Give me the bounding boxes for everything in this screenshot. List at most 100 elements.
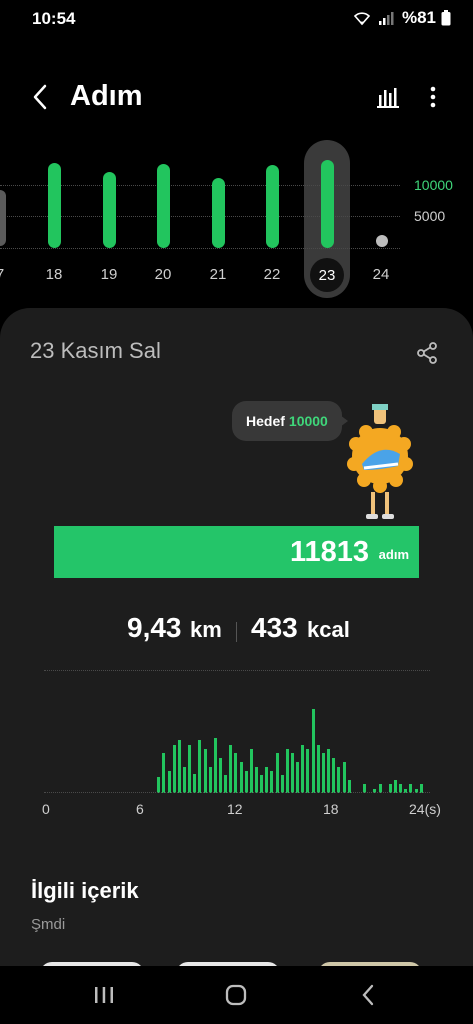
distance-value: 9,43 bbox=[127, 612, 182, 643]
page-title: Adım bbox=[70, 80, 143, 112]
hourly-baseline bbox=[44, 792, 430, 793]
status-icons: %81 bbox=[352, 8, 451, 28]
week-bar-day-18[interactable] bbox=[48, 163, 61, 248]
status-bar: 10:54 %81 bbox=[0, 0, 473, 36]
hourly-bar bbox=[240, 762, 243, 793]
hourly-bar bbox=[198, 740, 201, 793]
calories-value: 433 bbox=[251, 612, 298, 643]
hourly-bar bbox=[204, 749, 207, 793]
daily-detail-card: 23 Kasım Sal Hedef 10000 11813 adım 9,43… bbox=[0, 308, 473, 1024]
hourly-bar bbox=[214, 738, 217, 793]
hourly-x-label-18: 18 bbox=[323, 801, 339, 817]
wifi-icon bbox=[353, 12, 371, 26]
home-icon bbox=[225, 984, 247, 1006]
hourly-bar bbox=[286, 749, 289, 793]
hourly-x-label-12: 12 bbox=[227, 801, 243, 817]
hourly-bar bbox=[157, 777, 160, 793]
week-bar-day-19[interactable] bbox=[103, 172, 116, 248]
recent-apps-button[interactable] bbox=[84, 980, 124, 1010]
hourly-bar bbox=[188, 745, 191, 793]
hourly-bar bbox=[291, 753, 294, 793]
status-time: 10:54 bbox=[32, 9, 76, 28]
selected-date: 23 Kasım Sal bbox=[30, 338, 161, 363]
hourly-bar bbox=[183, 767, 186, 793]
related-content-title: İlgili içerik bbox=[31, 878, 139, 903]
steps-progress-bar: 11813 adım bbox=[54, 526, 419, 578]
app-header: Adım bbox=[0, 70, 473, 124]
hourly-bar bbox=[162, 753, 165, 793]
hourly-bar bbox=[343, 762, 346, 793]
hourly-bar bbox=[168, 771, 171, 793]
hourly-bar bbox=[209, 767, 212, 793]
day-label-23-selected[interactable]: 23 bbox=[310, 258, 344, 292]
share-button[interactable] bbox=[412, 338, 442, 368]
day-label-21[interactable]: 21 bbox=[198, 266, 238, 283]
home-button[interactable] bbox=[216, 980, 256, 1010]
hourly-bar bbox=[327, 749, 330, 793]
week-bar-day-23[interactable] bbox=[321, 160, 334, 248]
metric-divider bbox=[236, 622, 237, 642]
week-bar-day-21[interactable] bbox=[212, 178, 225, 248]
hourly-bar bbox=[301, 745, 304, 793]
battery-icon bbox=[441, 10, 451, 26]
week-bar-day-20[interactable] bbox=[157, 164, 170, 248]
signal-icon bbox=[378, 12, 394, 25]
hourly-bar bbox=[337, 767, 340, 793]
week-bar-day-22[interactable] bbox=[266, 165, 279, 248]
hourly-bar bbox=[178, 740, 181, 793]
day-label-24[interactable]: 24 bbox=[361, 266, 401, 283]
recent-apps-icon bbox=[95, 987, 113, 1003]
goal-value: 10000 bbox=[288, 413, 328, 429]
mascot-illustration bbox=[347, 404, 413, 519]
hourly-steps-chart bbox=[44, 703, 430, 793]
hourly-bar bbox=[270, 771, 273, 793]
hourly-bar bbox=[250, 749, 253, 793]
hourly-bar bbox=[281, 775, 284, 793]
day-label-7[interactable]: 7 bbox=[0, 266, 20, 283]
hourly-bar bbox=[234, 753, 237, 793]
back-button[interactable] bbox=[24, 80, 56, 114]
hourly-bar bbox=[255, 767, 258, 793]
hourly-bar bbox=[219, 758, 222, 793]
bar-chart-icon bbox=[377, 88, 399, 108]
hourly-bar bbox=[276, 753, 279, 793]
steps-count: 11813 bbox=[289, 536, 369, 568]
share-icon bbox=[417, 342, 437, 364]
hourly-bar bbox=[224, 775, 227, 793]
nav-back-button[interactable] bbox=[348, 980, 388, 1010]
system-nav-bar bbox=[0, 966, 473, 1024]
hourly-bar bbox=[260, 775, 263, 793]
hourly-x-label-6: 6 bbox=[136, 801, 144, 817]
day-label-18[interactable]: 18 bbox=[34, 266, 74, 283]
more-vertical-icon bbox=[430, 86, 436, 108]
battery-percent: %81 bbox=[401, 8, 436, 27]
goal-label: Hedef bbox=[246, 413, 285, 429]
hourly-bar bbox=[312, 709, 315, 793]
back-icon bbox=[362, 984, 374, 1006]
hourly-bar bbox=[229, 745, 232, 793]
hourly-bar bbox=[306, 749, 309, 793]
day-label-20[interactable]: 20 bbox=[143, 266, 183, 283]
hourly-bar bbox=[265, 767, 268, 793]
back-arrow-icon bbox=[33, 84, 47, 110]
week-bar-partial[interactable] bbox=[0, 190, 6, 246]
day-label-22[interactable]: 22 bbox=[252, 266, 292, 283]
trends-chart-button[interactable] bbox=[372, 80, 404, 114]
hourly-bar bbox=[332, 758, 335, 793]
hourly-bar bbox=[173, 745, 176, 793]
hourly-x-label-24: 24(s) bbox=[409, 801, 441, 817]
steps-unit: adım bbox=[378, 547, 409, 562]
hourly-bar bbox=[296, 762, 299, 793]
y-label-5000: 5000 bbox=[414, 208, 446, 224]
hourly-bar bbox=[322, 753, 325, 793]
calories-unit: kcal bbox=[307, 617, 350, 642]
daily-metrics: 9,43 km 433 kcal bbox=[0, 612, 473, 652]
related-content-subtitle: Şmdi bbox=[31, 916, 66, 933]
gridline-baseline bbox=[0, 248, 400, 249]
day-label-19[interactable]: 19 bbox=[89, 266, 129, 283]
more-options-button[interactable] bbox=[420, 80, 446, 114]
goal-bubble: Hedef 10000 bbox=[232, 401, 348, 441]
hourly-top-gridline bbox=[44, 670, 430, 671]
week-bar-empty-dot[interactable] bbox=[376, 235, 388, 247]
hourly-bar bbox=[245, 771, 248, 793]
